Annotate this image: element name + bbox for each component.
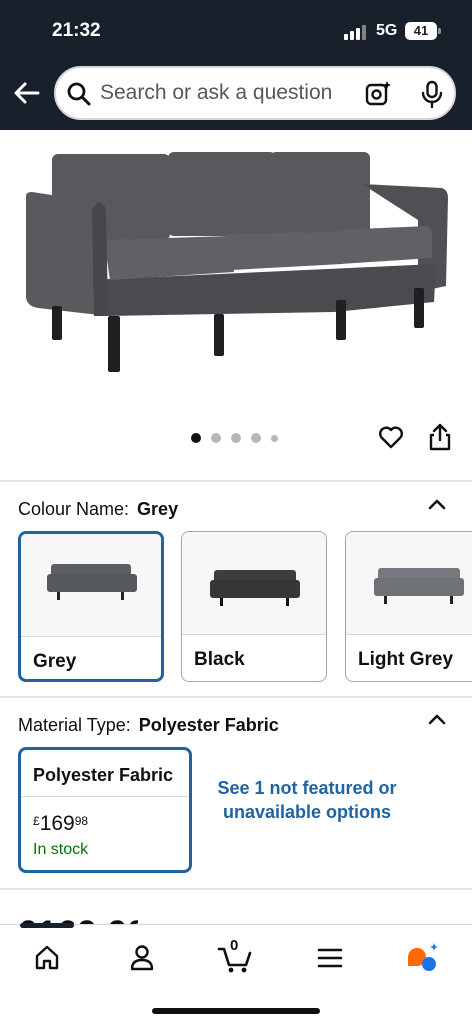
section-divider	[0, 480, 472, 482]
material-option-price: £16998	[33, 812, 88, 836]
hamburger-menu-icon	[317, 948, 343, 968]
sofa-thumbnail-icon	[374, 568, 464, 604]
material-option-polyester[interactable]: Polyester Fabric £16998 In stock	[18, 747, 192, 873]
battery-icon: 41	[405, 22, 437, 40]
colour-option-black[interactable]: Black	[181, 531, 327, 682]
nav-menu-button[interactable]	[310, 939, 350, 975]
status-time: 21:32	[52, 20, 101, 41]
home-indicator	[152, 1008, 320, 1014]
section-divider	[0, 888, 472, 890]
swatch-thumbnail	[21, 534, 161, 636]
microphone-icon[interactable]	[418, 79, 446, 109]
material-label: Material Type:	[18, 715, 131, 735]
colour-section-header[interactable]: Colour Name: Grey	[18, 499, 178, 520]
price-whole: 169	[39, 812, 75, 835]
chevron-up-icon[interactable]	[428, 713, 446, 725]
product-image-sofa[interactable]	[18, 140, 454, 380]
swatch-thumbnail	[346, 532, 472, 634]
back-arrow-icon	[14, 82, 40, 104]
see-unavailable-options-link[interactable]: See 1 not featured or unavailable option…	[210, 776, 404, 824]
nav-account-button[interactable]	[122, 939, 162, 975]
material-section-header[interactable]: Material Type: Polyester Fabric	[18, 715, 279, 736]
pagination-dot[interactable]	[251, 433, 261, 443]
colour-option-light-grey[interactable]: Light Grey	[345, 531, 472, 682]
chevron-up-icon[interactable]	[428, 498, 446, 510]
network-type: 5G	[376, 22, 398, 39]
image-pagination-dots[interactable]	[191, 432, 291, 444]
sofa-thumbnail-icon	[210, 570, 300, 606]
app-header: 21:32 5G 41 Search or ask a question	[0, 0, 472, 130]
colour-label: Colour Name:	[18, 499, 130, 519]
pagination-dot[interactable]	[191, 433, 201, 443]
nav-home-button[interactable]	[27, 939, 67, 975]
colour-option-label: Grey	[33, 651, 77, 672]
wishlist-heart-icon[interactable]	[377, 423, 405, 451]
colour-option-label: Black	[194, 649, 245, 670]
colour-selected-value: Grey	[137, 499, 179, 519]
search-icon	[67, 82, 91, 106]
pagination-dot[interactable]	[271, 435, 278, 442]
search-input[interactable]: Search or ask a question	[100, 81, 356, 105]
home-icon	[35, 945, 59, 970]
active-tab-indicator	[20, 923, 74, 928]
material-option-title: Polyester Fabric	[33, 765, 174, 785]
camera-lens-icon[interactable]	[364, 80, 392, 108]
ai-assistant-icon	[408, 943, 438, 971]
sofa-thumbnail-icon	[47, 564, 137, 600]
colour-option-label: Light Grey	[358, 649, 454, 670]
material-selected-value: Polyester Fabric	[138, 715, 279, 735]
price-currency: £	[33, 814, 40, 828]
pagination-dot[interactable]	[211, 433, 221, 443]
colour-option-grey[interactable]: Grey	[18, 531, 164, 682]
cellular-signal-icon	[344, 24, 370, 40]
cart-count-badge: 0	[230, 937, 239, 954]
stock-status: In stock	[33, 841, 89, 858]
user-icon	[130, 945, 154, 971]
swatch-thumbnail	[182, 532, 326, 634]
nav-rufus-assistant-button[interactable]	[404, 939, 444, 975]
battery-cap	[438, 28, 441, 34]
price-fraction: 98	[74, 814, 89, 828]
search-bar[interactable]: Search or ask a question	[54, 66, 456, 120]
back-button[interactable]	[10, 76, 44, 110]
share-icon[interactable]	[426, 422, 454, 452]
nav-cart-button[interactable]: 0	[216, 937, 256, 975]
section-divider	[0, 696, 472, 698]
pagination-dot[interactable]	[231, 433, 241, 443]
